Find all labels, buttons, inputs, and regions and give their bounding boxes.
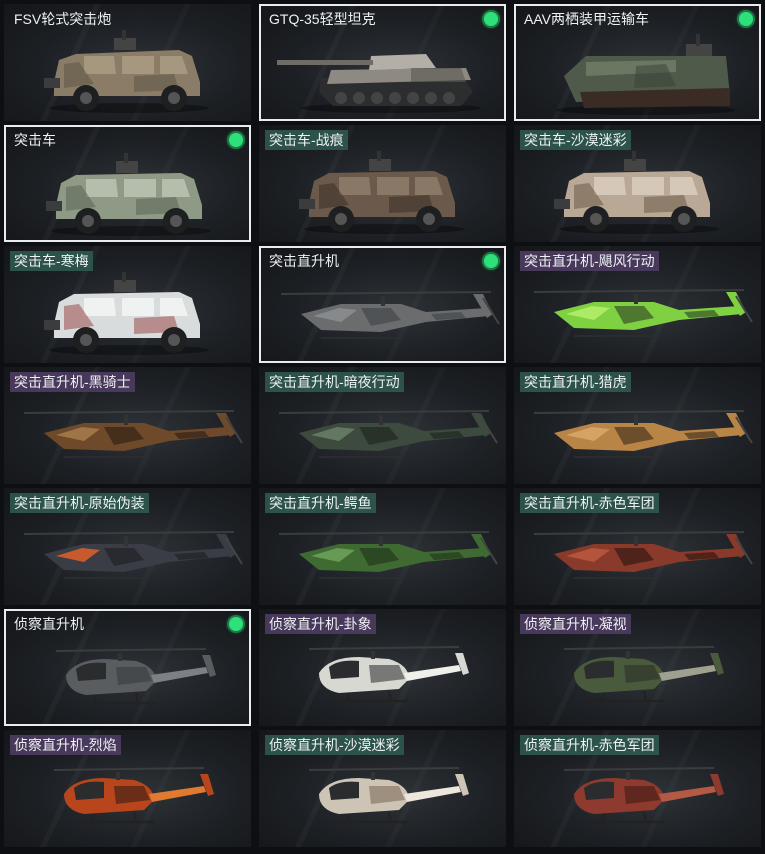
vehicle-card[interactable]: 突击直升机-赤色军团: [514, 488, 761, 605]
vehicle-name: 侦察直升机-沙漠迷彩: [265, 735, 404, 755]
vehicle-card[interactable]: 侦察直升机-赤色军团: [514, 730, 761, 847]
vehicle-card[interactable]: 突击车-寒梅: [4, 246, 251, 363]
vehicle-card[interactable]: 突击直升机-原始伪装: [4, 488, 251, 605]
equipped-indicator-icon: [739, 12, 753, 26]
vehicle-name: 突击直升机-鳄鱼: [265, 493, 376, 513]
vehicle-card[interactable]: 突击车-沙漠迷彩: [514, 125, 761, 242]
equipped-indicator-icon: [229, 617, 243, 631]
vehicle-card[interactable]: 突击直升机-鳄鱼: [259, 488, 506, 605]
vehicle-card[interactable]: 突击车: [4, 125, 251, 242]
vehicle-skin-grid: FSV轮式突击炮 GTQ-35轻型坦克 AAV两栖装甲运输车 突击车 突击车-战…: [4, 4, 761, 850]
vehicle-card[interactable]: GTQ-35轻型坦克: [259, 4, 506, 121]
vehicle-name: 突击直升机-飓风行动: [520, 251, 659, 271]
vehicle-name: 侦察直升机: [14, 616, 84, 632]
vehicle-card[interactable]: 侦察直升机-凝视: [514, 609, 761, 726]
vehicle-name: FSV轮式突击炮: [14, 11, 112, 27]
vehicle-card[interactable]: AAV两栖装甲运输车: [514, 4, 761, 121]
vehicle-card[interactable]: 侦察直升机-卦象: [259, 609, 506, 726]
vehicle-name: 突击直升机-暗夜行动: [265, 372, 404, 392]
vehicle-name: 侦察直升机-赤色军团: [520, 735, 659, 755]
vehicle-card[interactable]: 突击直升机-暗夜行动: [259, 367, 506, 484]
vehicle-card[interactable]: FSV轮式突击炮: [4, 4, 251, 121]
vehicle-name: 突击直升机-猎虎: [520, 372, 631, 392]
equipped-indicator-icon: [229, 133, 243, 147]
vehicle-name: 侦察直升机-凝视: [520, 614, 631, 634]
vehicle-card[interactable]: 突击直升机-飓风行动: [514, 246, 761, 363]
vehicle-card[interactable]: 突击直升机-猎虎: [514, 367, 761, 484]
vehicle-name: 突击直升机-原始伪装: [10, 493, 149, 513]
vehicle-card[interactable]: 侦察直升机-沙漠迷彩: [259, 730, 506, 847]
vehicle-card[interactable]: 突击直升机-黑骑士: [4, 367, 251, 484]
vehicle-card[interactable]: 突击直升机: [259, 246, 506, 363]
equipped-indicator-icon: [484, 12, 498, 26]
vehicle-name: 突击车-战痕: [265, 130, 348, 150]
vehicle-name: AAV两栖装甲运输车: [524, 11, 649, 27]
vehicle-name: GTQ-35轻型坦克: [269, 11, 376, 27]
vehicle-name: 突击车: [14, 132, 56, 148]
vehicle-card[interactable]: 侦察直升机: [4, 609, 251, 726]
vehicle-card[interactable]: 突击车-战痕: [259, 125, 506, 242]
vehicle-name: 侦察直升机-卦象: [265, 614, 376, 634]
vehicle-name: 突击车-沙漠迷彩: [520, 130, 631, 150]
vehicle-name: 突击车-寒梅: [10, 251, 93, 271]
vehicle-name: 突击直升机-赤色军团: [520, 493, 659, 513]
vehicle-card[interactable]: 侦察直升机-烈焰: [4, 730, 251, 847]
equipped-indicator-icon: [484, 254, 498, 268]
vehicle-name: 突击直升机-黑骑士: [10, 372, 135, 392]
vehicle-name: 突击直升机: [269, 253, 339, 269]
vehicle-name: 侦察直升机-烈焰: [10, 735, 121, 755]
